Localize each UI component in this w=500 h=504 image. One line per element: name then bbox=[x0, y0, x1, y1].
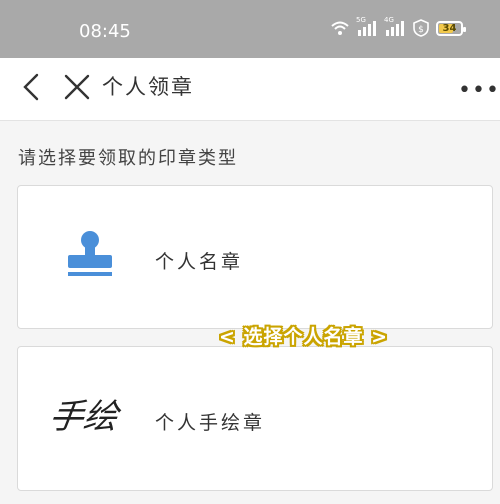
wifi-icon bbox=[331, 21, 349, 35]
option-handdrawn-seal-label: 个人手绘章 bbox=[155, 412, 266, 434]
signal-5g-icon: 5G bbox=[356, 16, 378, 37]
close-icon[interactable] bbox=[62, 72, 92, 102]
svg-text:$: $ bbox=[418, 25, 424, 35]
status-icons: 5G 4G $ 34 bbox=[330, 16, 466, 37]
option-personal-seal[interactable]: 个人名章 bbox=[17, 185, 493, 329]
signal-4g-icon: 4G bbox=[384, 16, 406, 37]
back-icon[interactable] bbox=[18, 72, 46, 102]
option-personal-seal-label: 个人名章 bbox=[155, 251, 244, 273]
status-time: 08:45 bbox=[79, 21, 131, 42]
option-handdrawn-seal[interactable]: 手绘 个人手绘章 bbox=[17, 346, 493, 491]
signature-icon: 手绘 bbox=[46, 397, 121, 437]
nav-bar: 个人领章 ••• bbox=[0, 58, 500, 121]
battery-icon: 34 bbox=[436, 20, 466, 36]
status-bar: 08:45 5G 4G $ 34 bbox=[0, 0, 500, 58]
instruction-text: 请选择要领取的印章类型 bbox=[18, 148, 238, 169]
annotation-caption: < 选择个人名章 > bbox=[219, 326, 389, 348]
more-menu-button[interactable]: ••• bbox=[458, 78, 500, 103]
shield-dollar-icon: $ bbox=[413, 19, 429, 37]
page-title: 个人领章 bbox=[102, 75, 194, 99]
stamp-icon bbox=[68, 231, 112, 276]
